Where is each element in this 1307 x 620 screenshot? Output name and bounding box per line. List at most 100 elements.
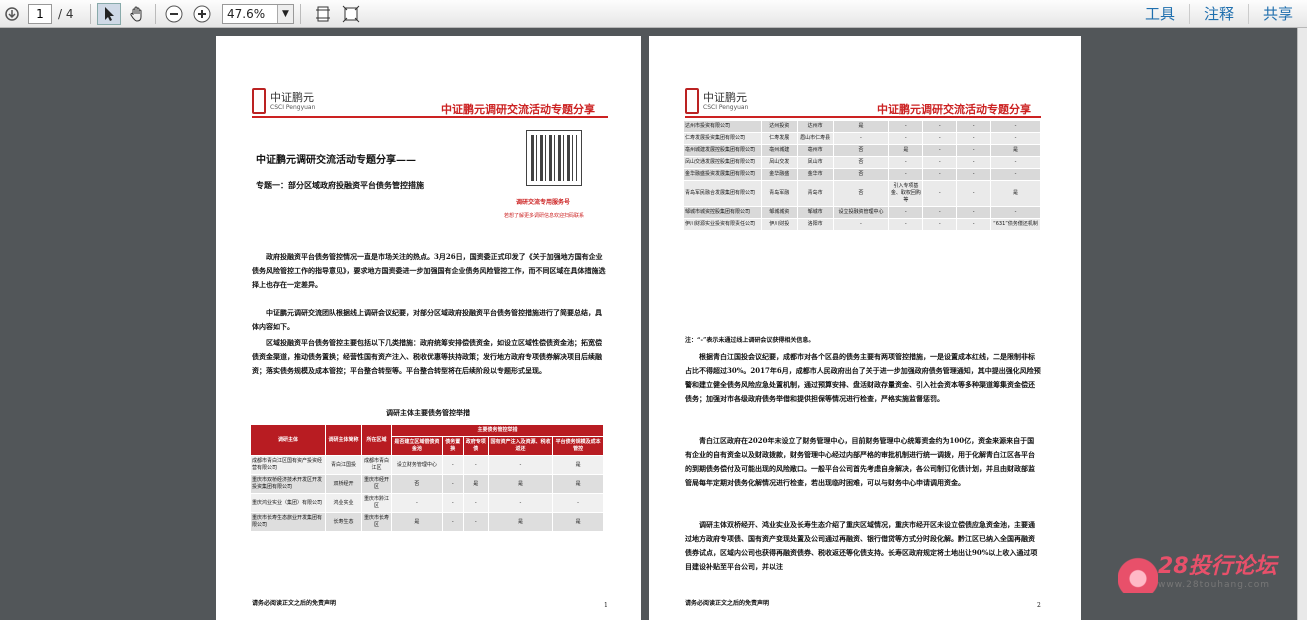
logo-text: 中证鹏元	[270, 90, 314, 104]
table-cell: -	[956, 132, 992, 145]
table-cell: 重庆市经开区	[361, 474, 392, 494]
table-row: 凤山交通发展控股集团有限公司 凤山交发 凤山市否 - - - -	[683, 156, 1041, 169]
table-cell: 仁寿发展投资集团有限公司	[683, 132, 762, 145]
download-icon[interactable]	[2, 3, 22, 25]
table-header: 所在区域	[361, 424, 392, 456]
page-number-input[interactable]: 1	[28, 3, 52, 24]
table-cell: 洛阳市	[796, 218, 834, 231]
table-cell: 否	[832, 144, 890, 157]
table-cell: -	[922, 168, 958, 181]
table-cell: -	[888, 206, 924, 219]
table-cell: 重庆市黔江区	[361, 493, 392, 513]
table-cell: 是	[552, 474, 604, 494]
table-cell: -	[922, 218, 958, 231]
zoom-select[interactable]: 47.6% ▼	[222, 3, 294, 24]
table-cell: 否	[391, 474, 443, 494]
table-cell: 否	[832, 180, 890, 207]
table-cell: 亳州城建发展控股集团有限公司	[683, 144, 762, 157]
table-cell: -	[888, 168, 924, 181]
table-cell: “631”债务偿还机制	[990, 218, 1041, 231]
table-cell: 重庆市长寿生态旅业开发集团有限公司	[250, 512, 326, 532]
table-cell: 否	[832, 156, 890, 169]
measures-table-continued: 达州市投资有限公司 达州投资 达州市是 - - - - 仁寿发展投资集团有限公司 仁寿发展 眉山市…	[683, 120, 1041, 231]
table-cell: -	[832, 132, 890, 145]
qr-caption: 调研交流专用服务号	[516, 199, 571, 206]
table-cell: -	[922, 206, 958, 219]
zoom-value: 47.6%	[227, 6, 266, 21]
table-cell: -	[832, 218, 890, 231]
table-cell: 是	[990, 180, 1041, 207]
table-row: 金华融盛投资发展集团有限公司 金华融盛 金华市否 - - - -	[683, 168, 1041, 181]
table-cell: -	[990, 120, 1041, 133]
table-cell: -	[990, 132, 1041, 145]
table-cell: -	[990, 156, 1041, 169]
table-cell: 亳州市	[796, 144, 834, 157]
table-cell: -	[956, 144, 992, 157]
table-cell: 是	[391, 512, 443, 532]
logo: 中证鹏元 CSCI Pengyuan	[252, 88, 315, 114]
page-total: / 4	[58, 6, 74, 21]
chevron-down-icon[interactable]: ▼	[277, 4, 293, 23]
logo-icon	[685, 88, 699, 114]
table-row: 重庆市双桥经济技术开发区开发投资集团有限公司 双桥经开 重庆市经开区否 - 是是是	[250, 474, 604, 494]
table-cell: 金华融盛	[760, 168, 798, 181]
table-row: 重庆鸿业实业（集团）有限公司 鸿业实业 重庆市黔江区 - - - - -	[250, 493, 604, 513]
table-cell: -	[922, 132, 958, 145]
table-cell: 亳州城建	[760, 144, 798, 157]
hand-tool-icon[interactable]	[125, 3, 149, 25]
fit-page-icon[interactable]	[311, 3, 335, 25]
paragraph: 区域投融资平台债务管控主要包括以下几类措施：政府统筹安排偿债资金，如设立区域性偿…	[252, 338, 602, 375]
paragraph: 根据青白江国投会议纪要，成都市对各个区县的债务主要有两项管控措施，一是设置成本红…	[685, 352, 1041, 403]
tools-menu[interactable]: 工具	[1131, 4, 1189, 24]
table-cell: 邹城城资	[760, 206, 798, 219]
table-cell: 伊川财源实业投资有限责任公司	[683, 218, 762, 231]
table-cell: -	[990, 206, 1041, 219]
logo-icon	[252, 88, 266, 114]
select-cursor-icon[interactable]	[97, 2, 121, 25]
table-header: 平台债务规模及成本管控	[552, 436, 604, 456]
table-cell: 达州市投资有限公司	[683, 120, 762, 133]
comment-menu[interactable]: 注释	[1188, 4, 1248, 24]
table-cell: 达州市	[796, 120, 834, 133]
table-cell: 是	[832, 120, 890, 133]
zoom-out-icon[interactable]	[162, 3, 186, 25]
table-cell: 是	[462, 474, 489, 494]
table-cell: 是	[990, 144, 1041, 157]
page-number: 2	[1037, 602, 1041, 609]
table-cell: 是	[552, 455, 604, 475]
flame-logo-icon	[1118, 545, 1158, 593]
table-header: 是否建立区域偿债资金池	[391, 436, 443, 456]
table-cell: 金华融盛投资发展集团有限公司	[683, 168, 762, 181]
zoom-in-icon[interactable]	[190, 3, 214, 25]
table-cell: 金华市	[796, 168, 834, 181]
page-header-title: 中证鹏元调研交流活动专题分享	[877, 103, 1031, 116]
watermark-url: www.28touhang.com	[1158, 580, 1271, 590]
share-menu[interactable]: 共享	[1247, 4, 1307, 24]
table-cell: -	[441, 493, 464, 513]
table-row: 亳州城建发展控股集团有限公司 亳州城建 亳州市否是 - - 是	[683, 144, 1041, 157]
table-cell: -	[922, 156, 958, 169]
measures-table: 调研主体 调研主体简称 所在区域 主要债务管控举措 是否建立区域偿债资金池 债务…	[250, 424, 604, 532]
header-rule	[685, 116, 1041, 118]
paragraph: 调研主体双桥经开、鸿业实业及长寿生态介绍了重庆区域情况，重庆市经开区未设立偿债应…	[685, 520, 1038, 571]
table-cell: -	[956, 180, 992, 207]
table-cell: 重庆市长寿区	[361, 512, 392, 532]
table-header: 政府专项债	[462, 436, 489, 456]
table-cell: -	[487, 455, 554, 475]
divider	[300, 3, 301, 24]
divider	[155, 3, 156, 24]
table-header: 调研主体	[250, 424, 326, 456]
scrollbar[interactable]	[1297, 28, 1307, 620]
table-row: 青岛军民融合发展集团有限公司 青岛军融 青岛市否引入专项基金、取权回购等 - - 是	[683, 180, 1041, 207]
table-cell: -	[922, 144, 958, 157]
divider	[90, 3, 91, 24]
table-cell: 邹城市城资控股集团有限公司	[683, 206, 762, 219]
table-cell: 眉山市仁寿县	[796, 132, 834, 145]
page-number: 1	[604, 602, 608, 609]
logo: 中证鹏元 CSCI Pengyuan	[685, 88, 748, 114]
qr-note: 若想了解更多调研信息欢迎扫码联系	[504, 213, 585, 219]
table-caption: 调研主体主要债务管控举措	[386, 408, 470, 417]
paragraph: 中证鹏元调研交流团队根据线上调研会议纪要，对部分区域政府投融资平台债务管控措施进…	[252, 308, 602, 331]
fullscreen-icon[interactable]	[339, 3, 363, 25]
table-cell: 鸿业实业	[325, 493, 362, 513]
